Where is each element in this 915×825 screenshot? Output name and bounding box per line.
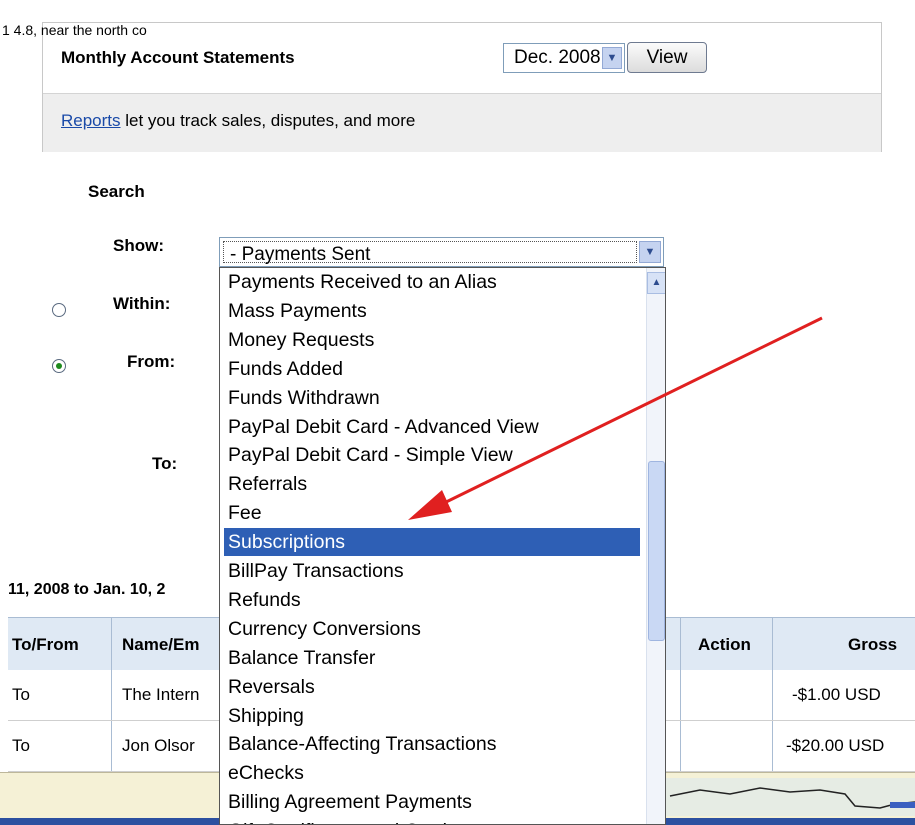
to-label: To:	[152, 454, 178, 473]
row-name[interactable]: The Intern	[122, 685, 200, 705]
column-name-email[interactable]: Name/Em	[122, 635, 199, 655]
map-thumbnail	[640, 778, 915, 816]
month-select[interactable]: Dec. 2008 ▼	[503, 43, 625, 73]
chevron-down-icon[interactable]: ▼	[639, 241, 661, 263]
month-select-value: Dec. 2008	[514, 47, 601, 68]
dropdown-option[interactable]: Payments Received to an Alias	[224, 268, 640, 296]
show-label: Show:	[113, 236, 164, 255]
dropdown-option[interactable]: eChecks	[224, 759, 640, 787]
view-button[interactable]: View	[627, 42, 707, 73]
dropdown-option[interactable]: Referrals	[224, 470, 640, 498]
status-text: 1 4.8, near the north co	[2, 22, 147, 38]
dropdown-option[interactable]: PayPal Debit Card - Simple View	[224, 441, 640, 469]
dropdown-option[interactable]: Balance Transfer	[224, 644, 640, 672]
dropdown-option[interactable]: PayPal Debit Card - Advanced View	[224, 413, 640, 441]
within-label: Within:	[113, 294, 171, 313]
row-gross: -$20.00 USD	[786, 736, 885, 755]
search-title: Search	[88, 182, 145, 201]
row-to-from: To	[12, 685, 30, 704]
dropdown-option[interactable]: Money Requests	[224, 326, 640, 354]
show-select-focus: - Payments Sent	[223, 241, 637, 265]
dropdown-option[interactable]: Fee	[224, 499, 640, 527]
reports-link[interactable]: Reports	[61, 111, 121, 130]
dropdown-option[interactable]: Balance-Affecting Transactions	[224, 730, 640, 758]
show-select-value: - Payments Sent	[230, 244, 371, 265]
dropdown-option[interactable]: Gift Certificates and Cards	[224, 817, 640, 824]
date-range-heading: 11, 2008 to Jan. 10, 2	[8, 581, 166, 598]
dropdown-option[interactable]: BillPay Transactions	[224, 557, 640, 585]
dropdown-option[interactable]: Shipping	[224, 702, 640, 730]
statements-header: Monthly Account Statements Dec. 2008 ▼ V…	[43, 23, 881, 93]
dropdown-scrollbar[interactable]: ▲	[646, 268, 665, 824]
dropdown-option[interactable]: Mass Payments	[224, 297, 640, 325]
dropdown-option[interactable]: Funds Added	[224, 355, 640, 383]
column-gross[interactable]: Gross	[848, 635, 897, 655]
row-name[interactable]: Jon Olsor	[122, 736, 195, 756]
dropdown-option[interactable]: Reversals	[224, 673, 640, 701]
from-radio[interactable]	[52, 359, 66, 373]
reports-description: let you track sales, disputes, and more	[120, 111, 416, 130]
scrollbar-thumb[interactable]	[648, 461, 665, 641]
column-to-from[interactable]: To/From	[12, 635, 79, 655]
statements-title: Monthly Account Statements	[61, 48, 295, 67]
row-to-from: To	[12, 736, 30, 755]
dropdown-option[interactable]: Subscriptions	[224, 528, 640, 557]
within-radio[interactable]	[52, 303, 66, 317]
scroll-up-icon[interactable]: ▲	[647, 272, 665, 294]
dropdown-option[interactable]: Billing Agreement Payments	[224, 788, 640, 816]
show-select[interactable]: - Payments Sent ▼	[219, 237, 664, 267]
reports-info: Reports let you track sales, disputes, a…	[43, 93, 881, 152]
dropdown-option[interactable]: Currency Conversions	[224, 615, 640, 643]
show-options-list[interactable]: Payments Received to an Alias Mass Paymen…	[219, 267, 666, 825]
chevron-down-icon[interactable]: ▼	[602, 47, 622, 69]
dropdown-option[interactable]: Refunds	[224, 586, 640, 614]
column-action[interactable]: Action	[698, 635, 751, 655]
dropdown-option[interactable]: Funds Withdrawn	[224, 384, 640, 412]
from-label: From:	[127, 352, 176, 371]
row-gross: -$1.00 USD	[792, 685, 881, 704]
map-line-graphic	[669, 787, 915, 809]
monthly-statements-panel: Monthly Account Statements Dec. 2008 ▼ V…	[42, 22, 882, 152]
reports-line: Reports let you track sales, disputes, a…	[61, 111, 415, 131]
